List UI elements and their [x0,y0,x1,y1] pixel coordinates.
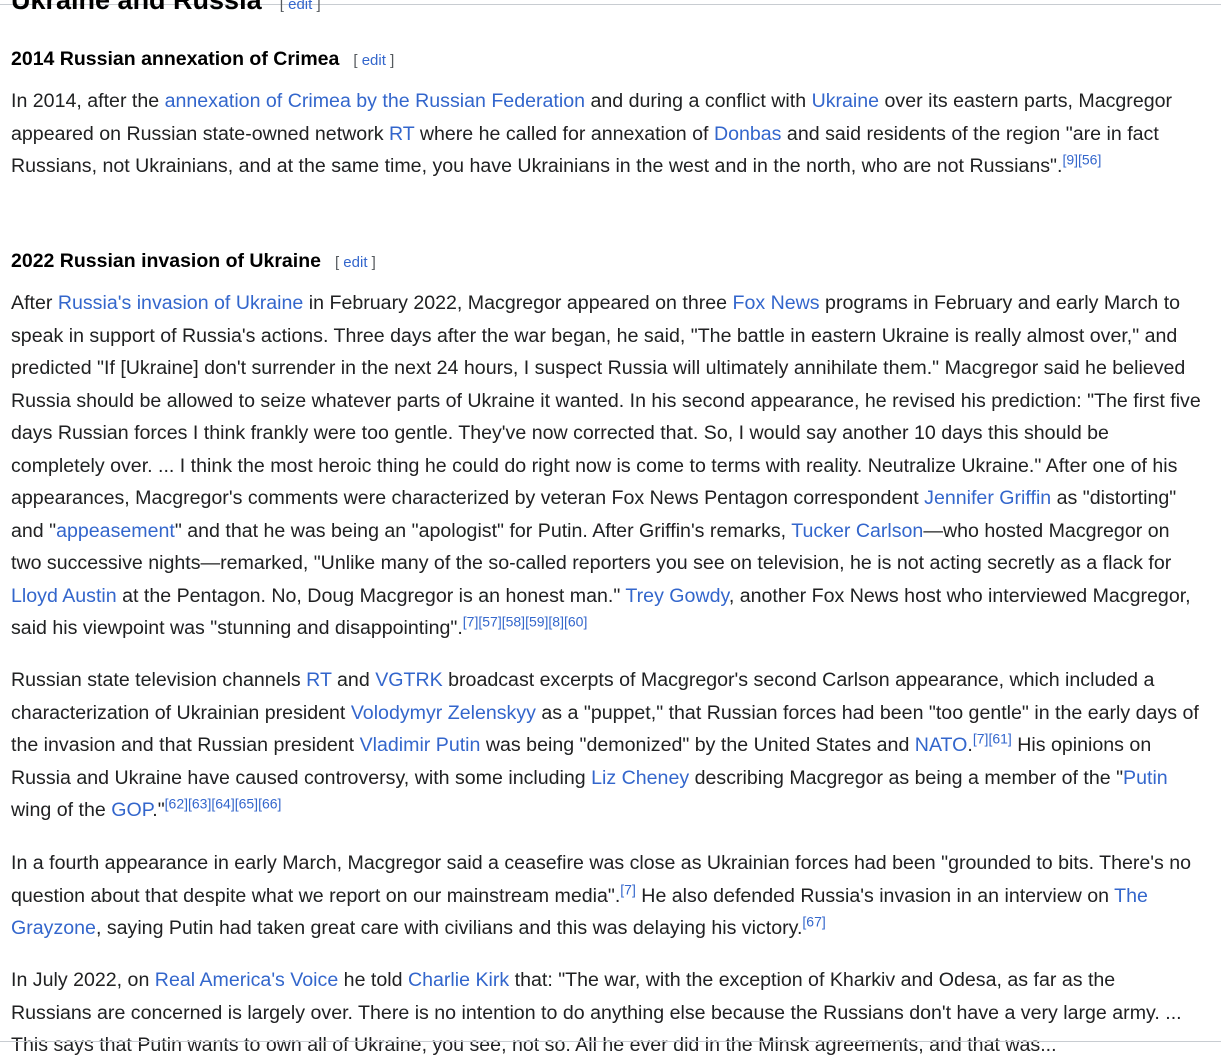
text: After [11,292,58,314]
link-fox-news[interactable]: Fox News [733,292,820,314]
subheading-invasion: 2022 Russian invasion of Ukraine [ edit ] [11,249,376,275]
link-trey-gowdy[interactable]: Trey Gowdy [625,585,728,607]
link-liz-cheney[interactable]: Liz Cheney [591,767,689,789]
link-jennifer-griffin[interactable]: Jennifer Griffin [924,487,1051,509]
link-gop[interactable]: GOP [111,799,152,821]
subheading-invasion-edit: [ edit ] [334,254,376,271]
citation-link[interactable]: [7][57][58][59][8][60] [463,613,588,629]
section-heading-text: Ukraine and Russia [11,0,262,15]
text: In 2014, after the [11,90,165,112]
section-heading: Ukraine and Russia [ edit ] [11,0,321,22]
text: , saying Putin had taken great care with… [95,917,803,939]
text: was being "demonized" by the United Stat… [480,734,915,756]
text: " and that he was being an "apologist" f… [174,519,792,542]
text: at the Pentagon. No, Doug Macgregor is a… [116,584,626,607]
link-tucker-carlson[interactable]: Tucker Carlson [791,520,923,542]
link-vladimir-putin[interactable]: Vladimir Putin [360,734,481,756]
link-russias-invasion[interactable]: Russia's invasion of Ukraine [58,292,304,314]
subheading-crimea: 2014 Russian annexation of Crimea [ edit … [11,47,394,73]
paragraph-fourth-appearance: In a fourth appearance in early March, M… [11,847,1201,945]
subheading-invasion-text: 2022 Russian invasion of Ukraine [11,250,321,272]
citation-link[interactable]: [67] [802,913,825,929]
link-ukraine[interactable]: Ukraine [812,90,880,112]
citation: [9][56] [1062,151,1101,167]
link-annexation-of-crimea[interactable]: annexation of Crimea by the Russian Fede… [165,90,585,112]
citation: [7] [620,881,636,897]
text: ." [152,799,165,821]
text: In July 2022, on [11,969,155,991]
link-volodymyr-zelenskyy[interactable]: Volodymyr Zelenskyy [351,702,536,724]
paragraph-invasion: After Russia's invasion of Ukraine in Fe… [11,287,1201,645]
citation: [67] [802,913,825,929]
link-rt[interactable]: RT [389,123,414,145]
text: in February 2022, Macgregor appeared on … [303,292,733,314]
paragraph-crimea: In 2014, after the annexation of Crimea … [11,85,1201,183]
link-lloyd-austin[interactable]: Lloyd Austin [11,585,117,607]
edit-link[interactable]: edit [288,0,312,13]
paragraph-july-2022: In July 2022, on Real America's Voice he… [11,964,1201,1062]
link-nato[interactable]: NATO [915,734,968,756]
text: where he called for annexation of [414,122,714,145]
bottom-divider [0,1041,1221,1042]
link-real-americas-voice[interactable]: Real America's Voice [155,969,338,991]
link-charlie-kirk[interactable]: Charlie Kirk [408,969,509,991]
text: he told [338,969,408,991]
text: He also defended Russia's invasion in an… [635,884,1115,907]
citation-link[interactable]: [7][61] [973,730,1012,746]
link-putin[interactable]: Putin [1123,767,1168,789]
link-vgtrk[interactable]: VGTRK [375,669,443,691]
text: programs in February and early March to … [11,292,1201,509]
text: describing Macgregor as being a member o… [689,766,1124,789]
citation-link[interactable]: [7] [620,881,636,897]
citation: [7][61] [973,730,1012,746]
paragraph-russian-tv: Russian state television channels RT and… [11,664,1201,827]
text: wing of the [11,799,112,821]
link-rt[interactable]: RT [306,669,331,691]
citation-link[interactable]: [62][63][64][65][66] [165,795,282,811]
subheading-crimea-edit: [ edit ] [353,52,395,69]
text: Russian state television channels [11,669,307,691]
section-edit-link: [ edit ] [276,0,321,13]
link-donbas[interactable]: Donbas [714,123,782,145]
text: and [331,669,376,691]
citation-link[interactable]: [9][56] [1062,151,1101,167]
edit-link[interactable]: edit [362,52,386,69]
subheading-crimea-text: 2014 Russian annexation of Crimea [11,48,340,70]
text: and during a conflict with [585,90,812,112]
citation: [7][57][58][59][8][60] [463,613,588,629]
citation: [62][63][64][65][66] [165,795,282,811]
link-appeasement[interactable]: appeasement [56,520,175,542]
edit-link[interactable]: edit [343,254,367,271]
